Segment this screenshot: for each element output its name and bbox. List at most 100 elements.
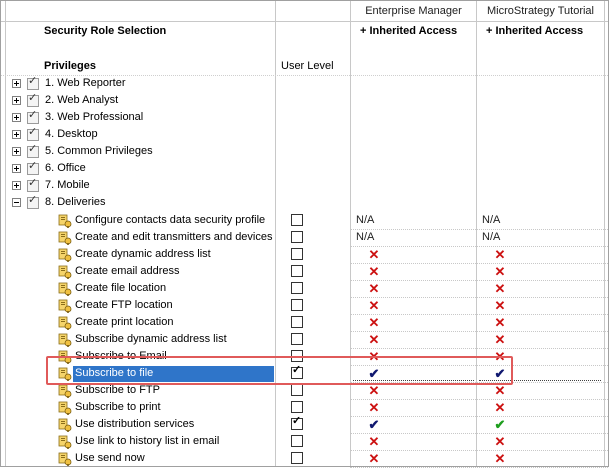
privilege-group-row[interactable]: ✓ 7. Mobile xyxy=(1,177,608,194)
privilege-group-row[interactable]: ✓ 1. Web Reporter xyxy=(1,75,608,92)
red-x-icon: ✕ xyxy=(494,400,506,415)
group-label: 4. Desktop xyxy=(45,128,98,140)
plus-box-icon[interactable] xyxy=(12,181,21,190)
red-x-icon: ✕ xyxy=(494,434,506,449)
minus-box-icon[interactable] xyxy=(12,198,21,207)
column-header-microstrategy-tutorial[interactable]: MicroStrategy Tutorial xyxy=(477,1,604,21)
plus-box-icon[interactable] xyxy=(12,96,21,105)
gray-check-icon: ✓ xyxy=(28,92,38,104)
group-checkbox[interactable]: ✓ xyxy=(27,92,39,107)
user-level-checkbox[interactable] xyxy=(291,401,303,413)
red-x-icon: ✕ xyxy=(494,298,506,313)
privilege-key-icon xyxy=(58,214,72,228)
gray-check-icon: ✓ xyxy=(28,143,38,155)
group-label: 1. Web Reporter xyxy=(45,77,126,89)
user-level-checkbox[interactable] xyxy=(291,214,303,226)
user-level-checkbox[interactable] xyxy=(291,265,303,277)
privilege-label: Configure contacts data security profile xyxy=(75,214,266,226)
privilege-row[interactable]: Create email address ✕ ✕ xyxy=(1,263,608,280)
group-checkbox[interactable]: ✓ xyxy=(27,109,39,124)
privilege-label: Subscribe dynamic address list xyxy=(75,333,227,345)
user-level-checkbox[interactable] xyxy=(291,282,303,294)
gray-check-icon: ✓ xyxy=(28,126,38,138)
privilege-row[interactable]: Configure contacts data security profile… xyxy=(1,212,608,229)
red-x-icon: ✕ xyxy=(368,281,380,296)
privilege-label: Create file location xyxy=(75,282,167,294)
column-header-enterprise-manager[interactable]: Enterprise Manager xyxy=(351,1,476,21)
red-x-icon: ✕ xyxy=(368,451,380,466)
group-checkbox[interactable]: ✓ xyxy=(27,75,39,90)
privilege-row[interactable]: Create and edit transmitters and devices… xyxy=(1,229,608,246)
privilege-label: Create and edit transmitters and devices xyxy=(75,231,273,243)
gray-check-icon: ✓ xyxy=(28,109,38,121)
group-label: 8. Deliveries xyxy=(45,196,106,208)
section-title: Security Role Selection xyxy=(44,25,167,37)
privilege-row[interactable]: Use distribution services ✓ ✔ ✔ xyxy=(1,415,608,433)
group-checkbox[interactable]: ✓ xyxy=(27,194,39,209)
enterprise-manager-access: N/A xyxy=(356,214,375,226)
group-checkbox[interactable]: ✓ xyxy=(27,143,39,158)
privilege-row[interactable]: Create dynamic address list ✕ ✕ xyxy=(1,246,608,263)
user-level-checkbox[interactable] xyxy=(291,384,303,396)
privilege-key-icon xyxy=(58,333,72,347)
check-icon: ✓ xyxy=(292,415,302,427)
gray-check-icon: ✓ xyxy=(28,177,38,189)
privilege-key-icon xyxy=(58,299,72,313)
plus-box-icon[interactable] xyxy=(12,164,21,173)
privilege-label: Create print location xyxy=(75,316,174,328)
privilege-group-row[interactable]: ✓ 2. Web Analyst xyxy=(1,92,608,109)
user-level-checkbox[interactable] xyxy=(291,333,303,345)
privilege-group-row[interactable]: ✓ 5. Common Privileges xyxy=(1,143,608,160)
microstrategy-tutorial-access: N/A xyxy=(482,231,501,243)
user-level-checkbox[interactable] xyxy=(291,248,303,260)
user-level-checkbox[interactable] xyxy=(291,435,303,447)
user-level-header: User Level xyxy=(281,60,334,72)
group-checkbox[interactable]: ✓ xyxy=(27,126,39,141)
privilege-key-icon xyxy=(58,435,72,449)
privilege-key-icon xyxy=(58,316,72,330)
privilege-row[interactable]: Use send now ✕ ✕ xyxy=(1,450,608,467)
privileges-label: Privileges xyxy=(44,60,96,72)
group-label: 6. Office xyxy=(45,162,86,174)
plus-box-icon[interactable] xyxy=(12,147,21,156)
privilege-group-row[interactable]: ✓ 6. Office xyxy=(1,160,608,177)
privilege-group-row[interactable]: ✓ 4. Desktop xyxy=(1,126,608,143)
red-x-icon: ✕ xyxy=(494,315,506,330)
group-checkbox[interactable]: ✓ xyxy=(27,177,39,192)
red-x-icon: ✕ xyxy=(494,451,506,466)
privilege-key-icon xyxy=(58,384,72,398)
header-divider xyxy=(1,21,608,22)
red-x-icon: ✕ xyxy=(368,298,380,313)
red-x-icon: ✕ xyxy=(494,264,506,279)
privilege-label: Use link to history list in email xyxy=(75,435,220,447)
privilege-label: Subscribe to print xyxy=(75,401,161,413)
privilege-row[interactable]: Create print location ✕ ✕ xyxy=(1,314,608,331)
privilege-group-row[interactable]: ✓ 8. Deliveries xyxy=(1,194,608,211)
user-level-checkbox[interactable] xyxy=(291,316,303,328)
plus-box-icon[interactable] xyxy=(12,79,21,88)
privilege-label: Create dynamic address list xyxy=(75,248,211,260)
privilege-row[interactable]: Use link to history list in email ✕ ✕ xyxy=(1,433,608,450)
privilege-row[interactable]: Subscribe to print ✕ ✕ xyxy=(1,399,608,416)
privilege-row[interactable]: Create file location ✕ ✕ xyxy=(1,280,608,297)
plus-box-icon[interactable] xyxy=(12,113,21,122)
privilege-row[interactable]: Subscribe dynamic address list ✕ ✕ xyxy=(1,331,608,348)
red-x-icon: ✕ xyxy=(368,247,380,262)
plus-box-icon[interactable] xyxy=(12,130,21,139)
group-checkbox[interactable]: ✓ xyxy=(27,160,39,175)
privilege-group-row[interactable]: ✓ 3. Web Professional xyxy=(1,109,608,126)
group-label: 2. Web Analyst xyxy=(45,94,119,106)
enterprise-manager-access: N/A xyxy=(356,231,375,243)
highlight-box xyxy=(46,356,513,385)
gray-check-icon: ✓ xyxy=(28,194,38,206)
user-level-checkbox[interactable] xyxy=(291,452,303,464)
inherited-access-em: + Inherited Access xyxy=(360,25,458,37)
red-x-icon: ✕ xyxy=(368,264,380,279)
user-level-checkbox[interactable]: ✓ xyxy=(291,415,303,430)
user-level-checkbox[interactable] xyxy=(291,231,303,243)
privilege-key-icon xyxy=(58,231,72,245)
privilege-key-icon xyxy=(58,418,72,432)
privilege-row[interactable]: Create FTP location ✕ ✕ xyxy=(1,297,608,314)
privileges-grid: Enterprise Manager MicroStrategy Tutoria… xyxy=(0,0,609,468)
user-level-checkbox[interactable] xyxy=(291,299,303,311)
